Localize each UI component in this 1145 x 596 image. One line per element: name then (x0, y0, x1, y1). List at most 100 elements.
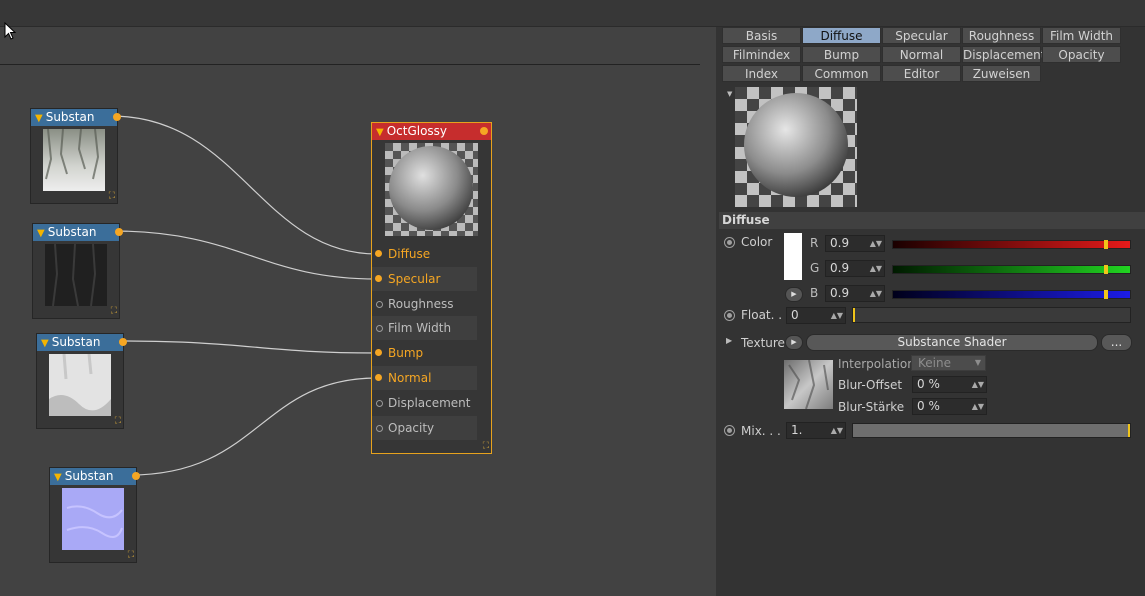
pin-port-icon[interactable] (376, 399, 383, 407)
octglossy-node[interactable]: ▼ OctGlossy Diffuse Specular Roughness Film … (371, 122, 492, 454)
substance-shader-button[interactable]: Substance Shader (806, 334, 1098, 351)
spinner-icon[interactable]: ▲▼ (831, 423, 843, 438)
float-value: 0 (791, 308, 799, 322)
collapse-triangle-icon[interactable]: ▼ (376, 124, 384, 141)
g-slider-handle[interactable] (1104, 265, 1109, 274)
spinner-icon[interactable]: ▲▼ (831, 308, 843, 323)
pin-film-width[interactable]: Film Width (372, 316, 477, 341)
float-slider-handle[interactable] (853, 308, 855, 322)
pin-port-icon[interactable] (375, 374, 382, 381)
tab-diffuse[interactable]: Diffuse (802, 27, 881, 44)
substance-node-header[interactable]: ▼ Substan (37, 334, 127, 352)
mix-animate-radio[interactable] (724, 425, 735, 436)
tab-bump[interactable]: Bump (802, 46, 881, 63)
pin-diffuse[interactable]: Diffuse (372, 242, 477, 266)
resize-handle-icon[interactable]: ⛶ (111, 307, 117, 316)
tab-film-width[interactable]: Film Width (1042, 27, 1121, 44)
spinner-icon[interactable]: ▲▼ (870, 236, 882, 251)
b-value-field[interactable]: 0.9 ▲▼ (825, 285, 885, 302)
spinner-icon[interactable]: ▲▼ (870, 261, 882, 276)
output-port[interactable] (132, 472, 140, 480)
substance-node-header[interactable]: ▼ Substan (50, 468, 140, 486)
substance-node-3[interactable]: ▼ Substan ⛶ (36, 333, 127, 429)
resize-handle-icon[interactable]: ⛶ (109, 192, 115, 201)
interpolation-dropdown[interactable]: Keine ▼ (911, 355, 986, 371)
float-value-field[interactable]: 0 ▲▼ (786, 307, 846, 324)
tab-opacity[interactable]: Opacity (1042, 46, 1121, 63)
mix-slider[interactable] (852, 423, 1131, 438)
output-port[interactable] (115, 228, 123, 236)
pin-port-icon[interactable] (376, 300, 383, 308)
r-value-field[interactable]: 0.9 ▲▼ (825, 235, 885, 252)
resize-handle-icon[interactable]: ⛶ (483, 442, 489, 451)
spinner-icon[interactable]: ▲▼ (972, 377, 984, 392)
collapse-triangle-icon[interactable]: ▼ (41, 335, 49, 352)
substance-node-header[interactable]: ▼ Substan (33, 224, 123, 242)
pin-label: Roughness (388, 296, 454, 311)
color-animate-radio[interactable] (724, 237, 735, 248)
pin-displacement[interactable]: Displacement (372, 391, 477, 415)
tab-normal[interactable]: Normal (882, 46, 961, 63)
pin-normal[interactable]: Normal (372, 366, 477, 390)
mix-value-field[interactable]: 1. ▲▼ (786, 422, 846, 439)
collapse-triangle-icon[interactable]: ▼ (54, 469, 62, 486)
tab-basis[interactable]: Basis (722, 27, 801, 44)
substance-node-2[interactable]: ▼ Substan ⛶ (32, 223, 123, 319)
float-slider[interactable] (852, 307, 1131, 323)
b-slider-handle[interactable] (1104, 290, 1109, 299)
mix-value: 1. (791, 423, 803, 437)
g-value-field[interactable]: 0.9 ▲▼ (825, 260, 885, 277)
substance-node-4[interactable]: ▼ Substan ⛶ (49, 467, 140, 563)
pin-opacity[interactable]: Opacity (372, 415, 477, 440)
output-port[interactable] (119, 338, 127, 346)
pin-port-icon[interactable] (375, 274, 382, 282)
tab-specular[interactable]: Specular (882, 27, 961, 44)
collapse-triangle-icon[interactable]: ▼ (37, 225, 45, 242)
octglossy-header[interactable]: ▼ OctGlossy (372, 123, 491, 140)
tab-roughness[interactable]: Roughness (962, 27, 1041, 44)
r-slider-handle[interactable] (1104, 240, 1109, 249)
pin-port-icon[interactable] (375, 250, 382, 257)
output-port[interactable] (480, 127, 488, 135)
color-mode-toggle-button[interactable]: ▶ (785, 287, 803, 302)
tab-filmindex[interactable]: Filmindex (722, 46, 801, 63)
spinner-icon[interactable]: ▲▼ (870, 286, 882, 301)
substance-node-1[interactable]: ▼ Substan ⛶ (30, 108, 121, 204)
spinner-icon[interactable]: ▲▼ (972, 399, 984, 414)
output-port[interactable] (113, 113, 121, 121)
tab-index[interactable]: Index (722, 65, 801, 82)
tab-displacement[interactable]: Displacement (962, 46, 1046, 63)
preview-toggle-icon[interactable]: ▼ (727, 90, 732, 98)
float-animate-radio[interactable] (724, 310, 735, 321)
texture-label: Texture (741, 336, 785, 350)
texture-menu-button[interactable]: ▶ (785, 335, 803, 350)
pin-specular[interactable]: Specular (372, 266, 477, 291)
blur-offset-field[interactable]: 0 % ▲▼ (912, 376, 987, 393)
resize-handle-icon[interactable]: ⛶ (115, 417, 121, 426)
texture-more-button[interactable]: ... (1101, 334, 1132, 351)
mix-slider-handle[interactable] (1128, 424, 1130, 437)
mix-label: Mix. . . (741, 424, 781, 438)
r-slider[interactable] (892, 240, 1131, 249)
pin-port-icon[interactable] (376, 325, 383, 333)
pin-port-icon[interactable] (376, 424, 383, 432)
tab-common[interactable]: Common (802, 65, 881, 82)
resize-handle-icon[interactable]: ⛶ (128, 551, 134, 560)
section-title: Diffuse (719, 212, 1145, 229)
blur-offset-value: 0 % (917, 377, 940, 391)
g-slider[interactable] (892, 265, 1131, 274)
collapse-triangle-icon[interactable]: ▼ (35, 110, 43, 127)
tab-editor[interactable]: Editor (882, 65, 961, 82)
material-preview-large (735, 87, 857, 207)
texture-expand-icon[interactable]: ▶ (726, 336, 732, 345)
color-swatch[interactable] (784, 233, 802, 280)
pin-bump[interactable]: Bump (372, 341, 477, 365)
blur-strength-field[interactable]: 0 % ▲▼ (912, 398, 987, 415)
pin-port-icon[interactable] (375, 349, 382, 357)
interpolation-value: Keine (918, 356, 951, 370)
substance-node-header[interactable]: ▼ Substan (31, 109, 121, 127)
mouse-cursor-icon (4, 22, 17, 40)
b-slider[interactable] (892, 290, 1131, 299)
pin-roughness[interactable]: Roughness (372, 292, 477, 316)
tab-zuweisen[interactable]: Zuweisen (962, 65, 1041, 82)
